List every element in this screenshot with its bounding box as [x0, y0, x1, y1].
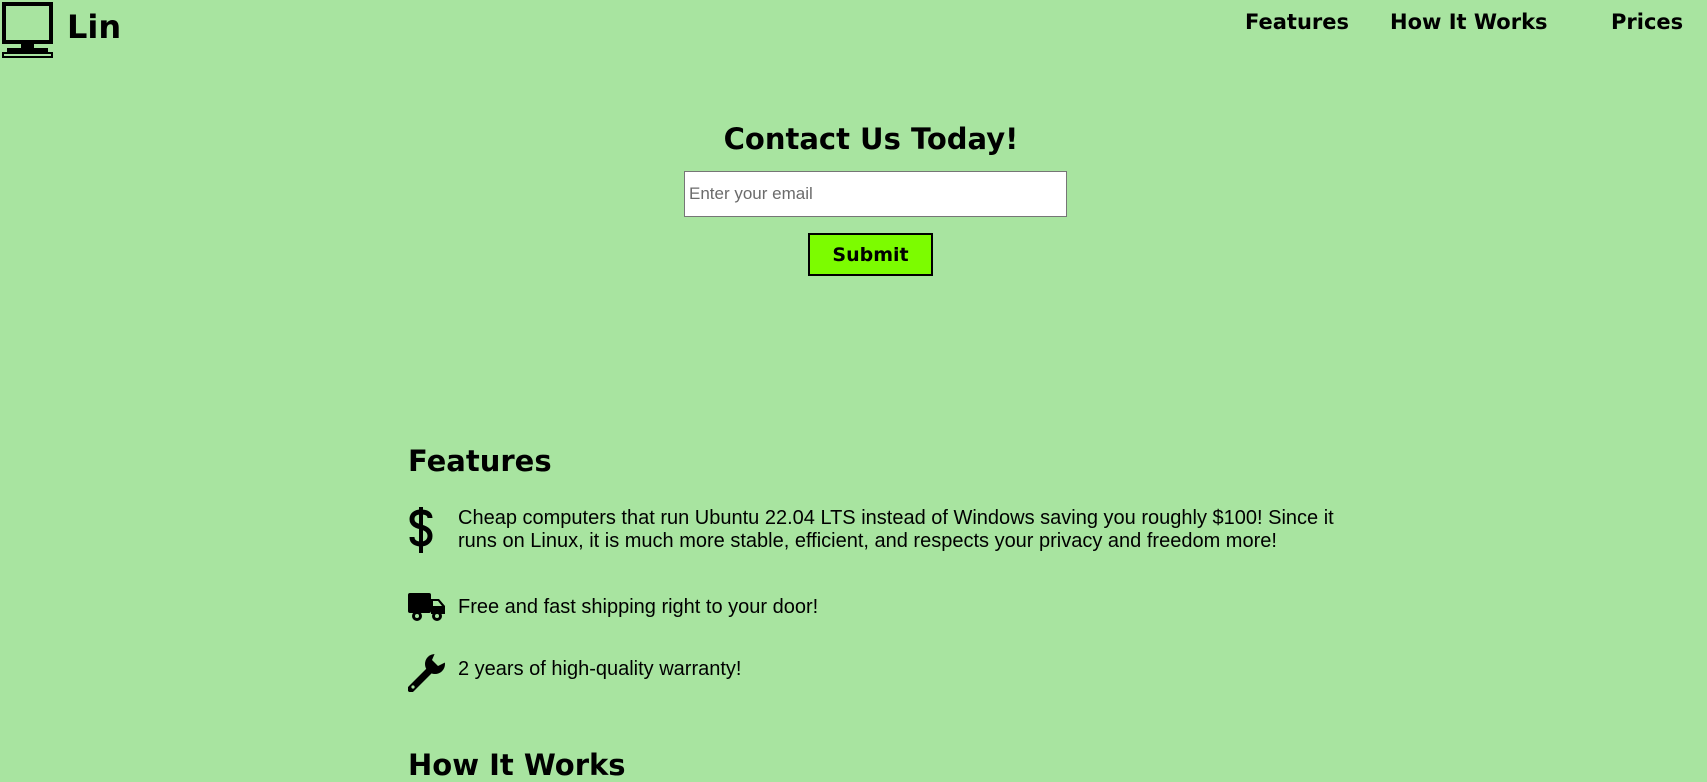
nav-link-prices[interactable]: Prices [1611, 10, 1683, 34]
feature-item-warranty: 2 years of high-quality warranty! [408, 652, 1378, 692]
feature-text: 2 years of high-quality warranty! [458, 658, 742, 680]
brand-name: Lin [67, 8, 122, 46]
wrench-icon [408, 652, 448, 692]
feature-text: Free and fast shipping right to your doo… [458, 596, 819, 618]
nav-link-features[interactable]: Features [1245, 10, 1349, 34]
site-header: Lin Features How It Works Prices [0, 0, 1707, 60]
nav-link-how-it-works[interactable]: How It Works [1390, 10, 1548, 34]
features-title: Features [408, 444, 552, 478]
submit-button[interactable]: Submit [808, 233, 933, 276]
feature-item-price: Cheap computers that run Ubuntu 22.04 LT… [408, 507, 1378, 553]
feature-text: Cheap computers that run Ubuntu 22.04 LT… [458, 507, 1334, 552]
desktop-computer-icon [2, 2, 53, 58]
truck-icon [408, 592, 448, 624]
contact-title: Contact Us Today! [723, 122, 1019, 156]
feature-item-shipping: Free and fast shipping right to your doo… [408, 592, 1378, 624]
how-it-works-title: How It Works [408, 748, 626, 782]
brand-logo[interactable]: Lin [2, 2, 121, 58]
email-input[interactable] [684, 171, 1067, 217]
dollar-icon [408, 507, 448, 553]
